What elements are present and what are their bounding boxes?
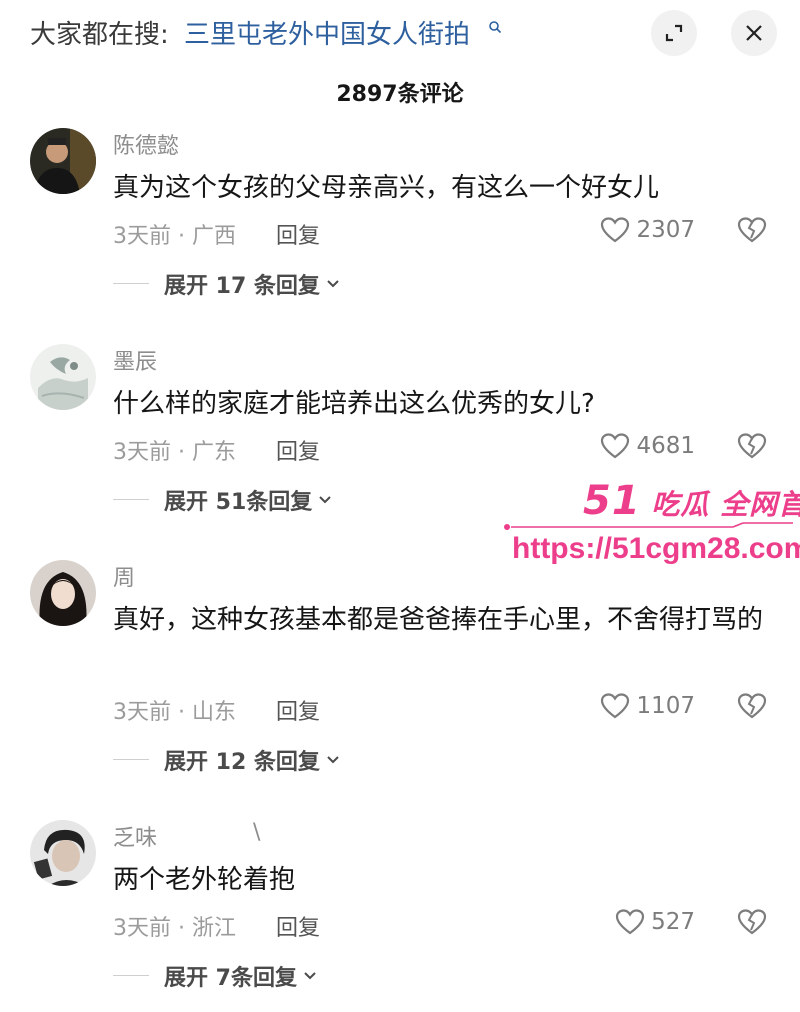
like-button[interactable]: 2307 bbox=[600, 216, 695, 244]
time-location: 3天前 · 山东 bbox=[113, 700, 236, 725]
expand-replies-button[interactable]: 展开 7条回复 bbox=[164, 960, 317, 992]
expand-replies-row: 展开 12 条回复 bbox=[0, 744, 800, 776]
avatar[interactable] bbox=[30, 344, 96, 410]
chevron-down-icon bbox=[327, 756, 339, 764]
comment-meta: 3天前 · 广东 回复 4681 bbox=[0, 432, 800, 466]
avatar[interactable] bbox=[30, 820, 96, 886]
heart-icon bbox=[601, 217, 630, 243]
close-button[interactable] bbox=[731, 10, 777, 56]
divider bbox=[113, 759, 149, 760]
expand-replies-button[interactable]: 展开 51条回复 bbox=[164, 484, 332, 516]
search-suggestion-link[interactable]: 三里屯老外中国女人街拍 bbox=[184, 14, 470, 51]
broken-heart-icon[interactable] bbox=[737, 432, 767, 460]
username[interactable]: 周 bbox=[113, 560, 135, 592]
expand-replies-button[interactable]: 展开 12 条回复 bbox=[164, 744, 340, 776]
reply-button[interactable]: 回复 bbox=[276, 694, 320, 726]
broken-heart-icon[interactable] bbox=[737, 908, 767, 936]
comment-meta: 3天前 · 浙江 回复 527 bbox=[0, 908, 800, 942]
like-button[interactable]: 4681 bbox=[600, 432, 695, 460]
watermark-line bbox=[504, 522, 793, 530]
expand-replies-label: 展开 7条回复 bbox=[164, 966, 297, 991]
like-count: 1107 bbox=[636, 693, 695, 719]
expand-replies-label: 展开 12 条回复 bbox=[164, 750, 320, 775]
username[interactable]: 墨辰 bbox=[113, 344, 157, 376]
expand-replies-row: 展开 17 条回复 bbox=[0, 268, 800, 300]
close-icon bbox=[746, 25, 762, 41]
expand-replies-label: 展开 51条回复 bbox=[164, 490, 313, 515]
comment-text: 真为这个女孩的父母亲高兴，有这么一个好女儿 bbox=[113, 173, 660, 203]
expand-replies-label: 展开 17 条回复 bbox=[164, 274, 320, 299]
chevron-down-icon bbox=[319, 496, 331, 504]
like-button[interactable]: 527 bbox=[615, 908, 695, 936]
broken-heart-icon[interactable] bbox=[737, 216, 767, 244]
username-suffix: \ bbox=[253, 820, 261, 845]
divider bbox=[113, 975, 149, 976]
comment-meta: 3天前 · 山东 回复 1107 bbox=[0, 692, 800, 726]
time-location: 3天前 · 广东 bbox=[113, 440, 236, 465]
expand-replies-row: 展开 7条回复 bbox=[0, 960, 800, 992]
broken-heart-icon[interactable] bbox=[737, 692, 767, 720]
comment-count-title: 2897条评论 bbox=[336, 82, 464, 107]
reply-button[interactable]: 回复 bbox=[276, 218, 320, 250]
search-suggestion-bar: 大家都在搜: 三里屯老外中国女人街拍 bbox=[0, 0, 800, 66]
watermark-number: 51 bbox=[583, 478, 641, 524]
comment-text: 两个老外轮着抱 bbox=[113, 865, 296, 895]
heart-icon bbox=[601, 693, 630, 719]
heart-icon bbox=[601, 433, 630, 459]
username[interactable]: 乏味 bbox=[113, 820, 157, 852]
divider bbox=[113, 283, 149, 284]
reply-button[interactable]: 回复 bbox=[276, 434, 320, 466]
like-button[interactable]: 1107 bbox=[600, 692, 695, 720]
username[interactable]: 陈德懿 bbox=[113, 128, 179, 160]
comment-text: 什么样的家庭才能培养出这么优秀的女儿? bbox=[113, 389, 595, 419]
time-location: 3天前 · 广西 bbox=[113, 224, 236, 249]
watermark-brand-text: 吃瓜 全网首发 bbox=[651, 488, 800, 521]
like-count: 2307 bbox=[636, 217, 695, 243]
search-suggestion-prefix: 大家都在搜: bbox=[30, 20, 169, 50]
divider bbox=[113, 499, 149, 500]
avatar[interactable] bbox=[30, 128, 96, 194]
expand-button[interactable] bbox=[651, 10, 697, 56]
watermark-url: https://51cgm28.com bbox=[512, 532, 800, 565]
heart-icon bbox=[615, 909, 645, 935]
like-count: 4681 bbox=[636, 433, 695, 459]
watermark-brand: 51 吃瓜 全网首发 bbox=[583, 478, 800, 524]
time-location: 3天前 · 浙江 bbox=[113, 916, 236, 941]
search-icon[interactable] bbox=[488, 20, 502, 34]
avatar[interactable] bbox=[30, 560, 96, 626]
comment-text: 真好，这种女孩基本都是爸爸捧在手心里，不舍得打骂的 bbox=[113, 605, 764, 635]
reply-button[interactable]: 回复 bbox=[276, 910, 320, 942]
like-count: 527 bbox=[651, 909, 695, 935]
chevron-down-icon bbox=[304, 972, 316, 980]
expand-icon bbox=[665, 24, 683, 42]
comment-meta: 3天前 · 广西 回复 2307 bbox=[0, 216, 800, 250]
expand-replies-button[interactable]: 展开 17 条回复 bbox=[164, 268, 340, 300]
chevron-down-icon bbox=[327, 280, 339, 288]
